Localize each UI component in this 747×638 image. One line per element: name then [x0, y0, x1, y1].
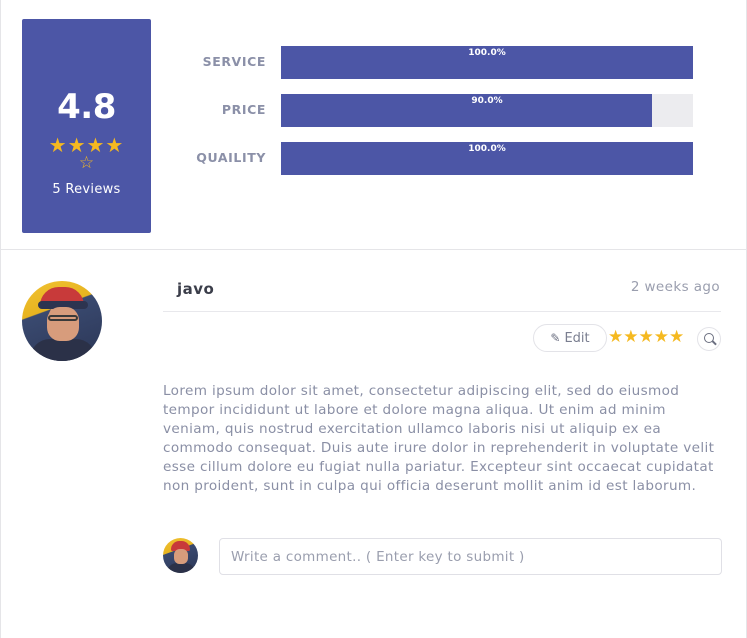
category-row-price: PRICE 90.0% [161, 94, 701, 128]
category-label: QUAILITY [196, 150, 266, 165]
pencil-icon: ✎ [550, 331, 561, 345]
avatar[interactable] [22, 281, 102, 361]
category-row-service: SERVICE 100.0% [161, 46, 701, 80]
score-star-empty: ☆ [78, 153, 95, 173]
average-score: 4.8 [57, 87, 116, 127]
progress-percent: 100.0% [468, 48, 506, 58]
category-label: SERVICE [202, 54, 266, 69]
category-label: PRICE [221, 102, 266, 117]
progress-percent: 90.0% [471, 96, 503, 106]
progress-track: 100.0% [281, 46, 693, 79]
progress-percent: 100.0% [468, 144, 506, 154]
divider [163, 311, 721, 312]
progress-track: 100.0% [281, 142, 693, 175]
review-timestamp: 2 weeks ago [630, 279, 720, 295]
rating-summary-panel: 4.8 ★★★★ ☆ 5 Reviews SERVICE 100.0% PRIC… [0, 0, 747, 250]
comment-input[interactable] [219, 538, 722, 575]
review-text: Lorem ipsum dolor sit amet, consectetur … [163, 383, 715, 494]
progress-track: 90.0% [281, 94, 693, 127]
review-author[interactable]: javo [177, 280, 214, 298]
category-row-quality: QUAILITY 100.0% [161, 142, 701, 176]
review-item: javo 2 weeks ago ✎ Edit ★★★★★ Lorem ipsum… [0, 250, 747, 638]
search-icon[interactable] [697, 327, 721, 351]
edit-label: Edit [564, 331, 590, 346]
commenter-avatar [163, 538, 198, 573]
review-stars: ★★★★★ [608, 327, 685, 347]
edit-button[interactable]: ✎ Edit [533, 324, 607, 352]
review-count: 5 Reviews [52, 182, 121, 197]
score-card: 4.8 ★★★★ ☆ 5 Reviews [22, 19, 151, 233]
score-stars-filled: ★★★★ [48, 133, 125, 157]
